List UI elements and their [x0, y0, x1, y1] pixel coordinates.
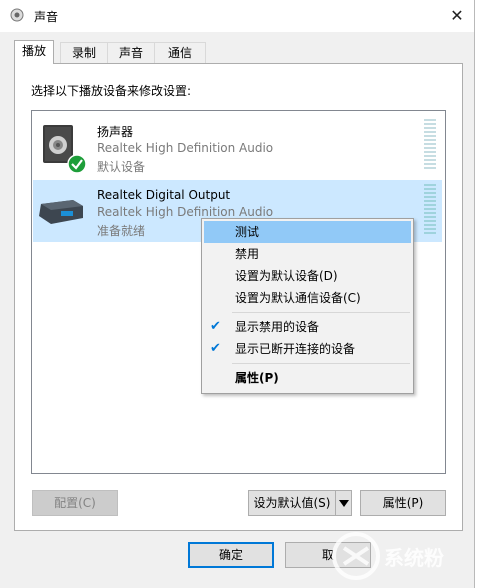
menu-separator — [232, 312, 410, 313]
properties-button[interactable]: 属性(P) — [360, 490, 446, 516]
tab-recording[interactable]: 录制 — [60, 42, 108, 63]
chevron-down-icon — [338, 500, 349, 507]
menu-item-disable[interactable]: 禁用 — [204, 243, 411, 265]
menu-item-properties[interactable]: 属性(P) — [204, 367, 411, 389]
device-name: Realtek Digital Output — [97, 188, 231, 202]
menu-separator — [232, 363, 410, 364]
default-check-icon — [67, 154, 87, 174]
menu-item-show-disabled[interactable]: ✔ 显示禁用的设备 — [204, 316, 411, 338]
device-status: 默认设备 — [97, 160, 146, 174]
title-bar: 声音 ✕ — [0, 0, 474, 32]
window-title: 声音 — [34, 10, 59, 24]
set-default-button[interactable]: 设为默认值(S) — [248, 490, 336, 516]
menu-item-test[interactable]: 测试 — [204, 221, 411, 243]
device-item-speaker[interactable]: 扬声器 Realtek High Definition Audio 默认设备 — [33, 115, 442, 177]
digital-output-icon — [39, 200, 83, 224]
device-driver: Realtek High Definition Audio — [97, 205, 274, 219]
instruction-text: 选择以下播放设备来修改设置: — [31, 84, 192, 98]
device-driver: Realtek High Definition Audio — [97, 141, 274, 155]
device-name: 扬声器 — [97, 125, 134, 139]
sound-app-icon — [10, 8, 24, 22]
configure-button[interactable]: 配置(C) — [32, 490, 118, 516]
menu-item-set-default[interactable]: 设置为默认设备(D) — [204, 265, 411, 287]
tab-communications[interactable]: 通信 — [154, 42, 206, 63]
context-menu: 测试 禁用 设置为默认设备(D) 设置为默认通信设备(C) ✔ 显示禁用的设备 … — [201, 218, 414, 394]
watermark-text: 系统粉 — [384, 546, 444, 570]
close-button[interactable]: ✕ — [440, 0, 474, 31]
watermark-logo: 系统粉 — [330, 528, 470, 584]
device-status: 准备就绪 — [97, 224, 146, 238]
menu-item-set-default-comm[interactable]: 设置为默认通信设备(C) — [204, 287, 411, 309]
ok-button[interactable]: 确定 — [188, 542, 274, 568]
checkmark-icon: ✔ — [210, 319, 221, 334]
volume-meter — [424, 119, 436, 171]
menu-item-show-disconnected[interactable]: ✔ 显示已断开连接的设备 — [204, 338, 411, 360]
tab-playback[interactable]: 播放 — [14, 40, 54, 64]
tab-sounds[interactable]: 声音 — [107, 42, 155, 63]
checkmark-icon: ✔ — [210, 341, 221, 356]
volume-meter — [424, 184, 436, 236]
set-default-dropdown[interactable] — [335, 490, 352, 516]
